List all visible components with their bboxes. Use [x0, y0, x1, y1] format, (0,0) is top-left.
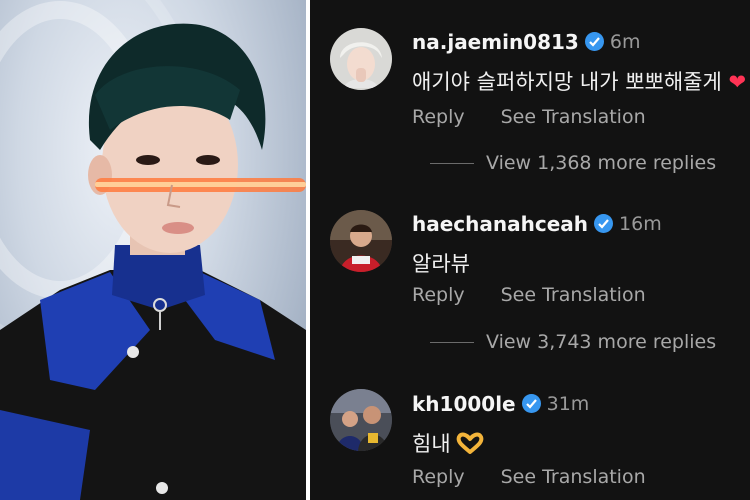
username[interactable]: haechanahceah — [412, 212, 588, 236]
comment-actions: Reply See Translation — [412, 466, 646, 488]
see-translation-button[interactable]: See Translation — [501, 106, 646, 128]
heart-hands-emoji — [455, 432, 485, 459]
username[interactable]: na.jaemin0813 — [412, 30, 579, 54]
verified-badge-icon — [594, 213, 614, 233]
see-translation-button[interactable]: See Translation — [501, 284, 646, 306]
comment-text: 힘내 — [412, 428, 485, 459]
comment-header: kh1000le 31m — [412, 392, 589, 416]
avatar[interactable] — [330, 28, 392, 90]
username[interactable]: kh1000le — [412, 392, 516, 416]
timestamp: 16m — [619, 213, 662, 235]
view-replies-label: View 1,368 more replies — [486, 152, 717, 174]
comment-text-content: 애기야 슬퍼하지망 내가 뽀뽀해줄게 — [412, 70, 722, 94]
reply-button[interactable]: Reply — [412, 284, 465, 306]
reply-button[interactable]: Reply — [412, 106, 465, 128]
replies-line — [430, 342, 474, 343]
avatar[interactable] — [330, 389, 392, 451]
timestamp: 6m — [609, 31, 641, 53]
comment-text-content: 힘내 — [412, 432, 451, 456]
view-replies-label: View 3,743 more replies — [486, 331, 717, 353]
avatar[interactable] — [330, 210, 392, 272]
portrait-photo — [0, 0, 306, 500]
replies-line — [430, 163, 474, 164]
comments-panel: na.jaemin0813 6m 애기야 슬퍼하지망 내가 뽀뽀해줄게 ❤ Rep… — [310, 0, 750, 500]
see-translation-button[interactable]: See Translation — [501, 466, 646, 488]
comment-header: haechanahceah 16m — [412, 212, 662, 236]
verified-badge-icon — [584, 31, 604, 51]
comment-text: 알라뷰 — [412, 252, 470, 276]
verified-badge-icon — [521, 393, 541, 413]
view-replies-link[interactable]: View 1,368 more replies — [430, 152, 716, 174]
comment-actions: Reply See Translation — [412, 106, 646, 128]
comment-text: 애기야 슬퍼하지망 내가 뽀뽀해줄게 ❤ — [412, 66, 746, 96]
timestamp: 31m — [546, 393, 590, 415]
view-replies-link[interactable]: View 3,743 more replies — [430, 331, 716, 353]
comment-header: na.jaemin0813 6m — [412, 30, 640, 54]
red-heart-emoji: ❤ — [728, 70, 747, 94]
comment-actions: Reply See Translation — [412, 284, 646, 306]
reply-button[interactable]: Reply — [412, 466, 465, 488]
